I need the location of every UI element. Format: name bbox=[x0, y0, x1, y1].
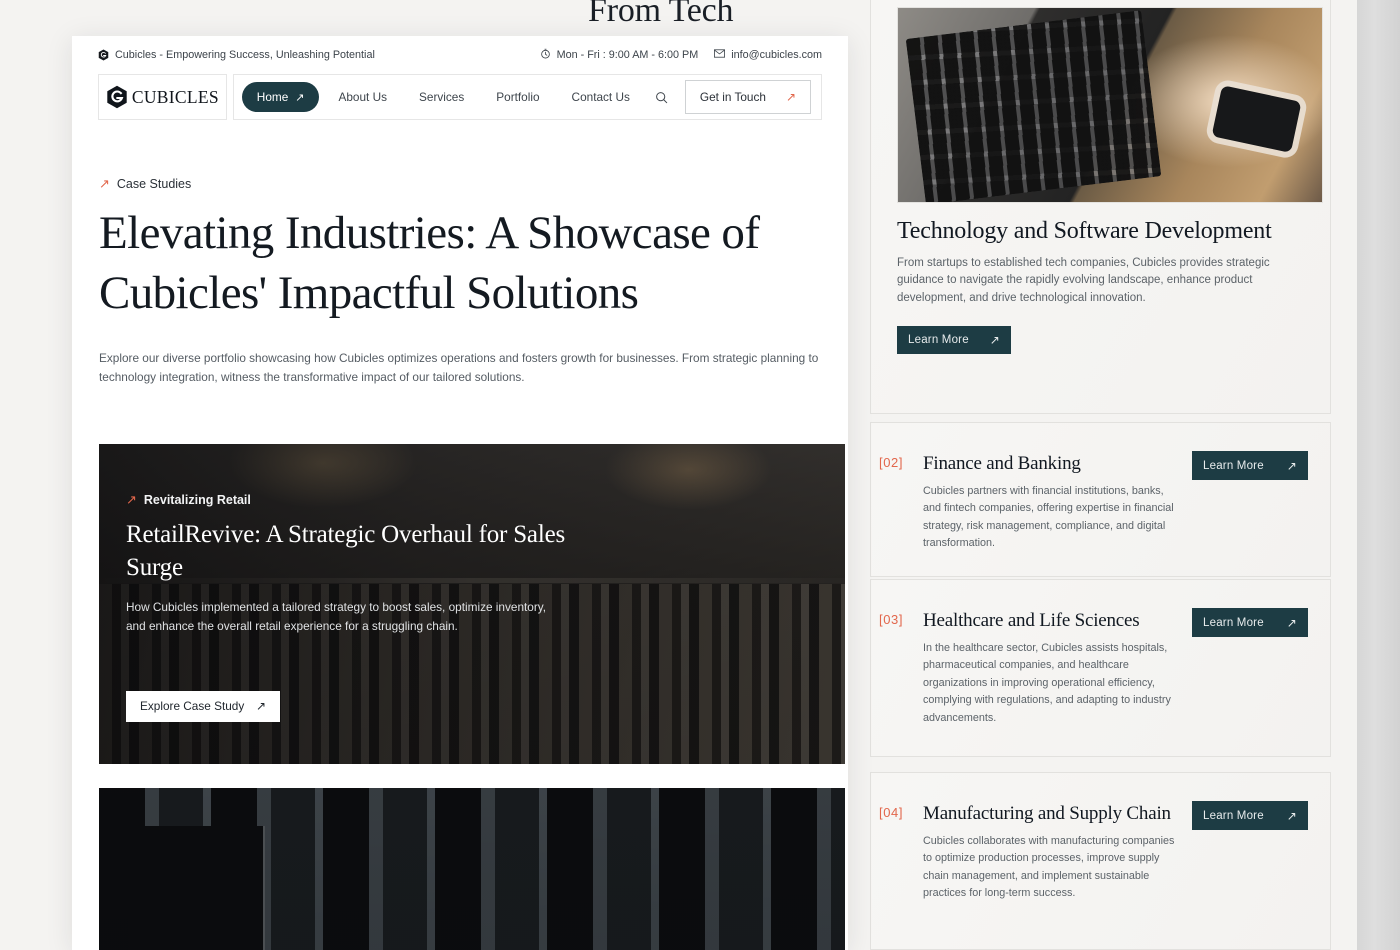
arrow-up-right-icon: ↗ bbox=[99, 176, 110, 191]
data-center-servers-photo bbox=[99, 787, 845, 950]
nav-item-services[interactable]: Services bbox=[406, 83, 477, 111]
clock-icon bbox=[540, 48, 551, 62]
learn-more-button-manufacturing[interactable]: Learn More ↗ bbox=[1192, 801, 1308, 830]
cubicles-hex-icon bbox=[98, 49, 109, 61]
business-hours: Mon - Fri : 9:00 AM - 6:00 PM bbox=[540, 48, 699, 62]
nav-item-portfolio[interactable]: Portfolio bbox=[483, 83, 552, 111]
nav-item-label: Services bbox=[419, 90, 465, 104]
explore-case-study-label: Explore Case Study bbox=[140, 699, 245, 714]
industry-description: Cubicles collaborates with manufacturing… bbox=[923, 834, 1175, 900]
eyebrow-label: Case Studies bbox=[116, 177, 192, 191]
case-study-eyebrow: ↗ Revitalizing Retail bbox=[126, 492, 596, 508]
arrow-up-right-icon: ↗ bbox=[1286, 615, 1297, 630]
arrow-up-right-icon: ↗ bbox=[785, 90, 796, 104]
logo-wordmark: CUBICLES bbox=[131, 86, 219, 107]
industry-number: [04] bbox=[879, 805, 904, 820]
contact-email[interactable]: info@cubicles.com bbox=[714, 49, 822, 61]
hero-section: ↗ Case Studies Elevating Industries: A S… bbox=[72, 120, 848, 388]
industry-description: In the healthcare sector, Cubicles assis… bbox=[923, 641, 1171, 724]
arrow-up-right-icon: ↗ bbox=[989, 333, 1000, 348]
industry-card-healthcare[interactable]: [03] Healthcare and Life Sciences In the… bbox=[870, 579, 1331, 757]
industry-title: Technology and Software Development bbox=[897, 218, 1272, 244]
arrow-up-right-icon: ↗ bbox=[1286, 458, 1297, 473]
case-study-card-datacenter[interactable] bbox=[99, 787, 845, 950]
nav-item-about-us[interactable]: About Us bbox=[325, 83, 400, 111]
learn-more-label: Learn More bbox=[1203, 809, 1264, 822]
arrow-up-right-icon: ↗ bbox=[295, 91, 305, 104]
industry-title: Manufacturing and Supply Chain bbox=[923, 803, 1171, 824]
breadcrumb-eyebrow: ↗ Case Studies bbox=[99, 176, 822, 192]
learn-more-button-technology[interactable]: Learn More ↗ bbox=[897, 326, 1011, 355]
case-studies-list: ↗ Revitalizing Retail RetailRevive: A St… bbox=[72, 443, 848, 950]
logo[interactable]: CUBICLES bbox=[98, 74, 227, 120]
nav-item-home[interactable]: Home ↗ bbox=[241, 82, 320, 112]
business-hours-text: Mon - Fri : 9:00 AM - 6:00 PM bbox=[556, 49, 699, 61]
learn-more-button-finance[interactable]: Learn More ↗ bbox=[1192, 451, 1308, 480]
get-in-touch-label: Get in Touch bbox=[699, 90, 766, 104]
site-tagline: Cubicles - Empowering Success, Unleashin… bbox=[115, 49, 375, 61]
industries-column: [01] Technology and Software Development… bbox=[870, 0, 1357, 950]
explore-case-study-button[interactable]: Explore Case Study ↗ bbox=[126, 690, 280, 722]
industry-number: [03] bbox=[879, 612, 904, 627]
page-title: Elevating Industries: A Showcase of Cubi… bbox=[99, 207, 760, 320]
utility-topbar: Cubicles - Empowering Success, Unleashin… bbox=[72, 36, 848, 74]
nav-item-label: Home bbox=[256, 90, 289, 104]
search-icon[interactable] bbox=[651, 86, 673, 108]
industry-card-finance[interactable]: [02] Finance and Banking Cubicles partne… bbox=[870, 422, 1331, 577]
industry-title: Healthcare and Life Sciences bbox=[923, 610, 1140, 631]
nav-links-container: Home ↗ About Us Services Portfolio Conta… bbox=[232, 74, 822, 120]
learn-more-button-healthcare[interactable]: Learn More ↗ bbox=[1192, 608, 1308, 637]
nav-item-label: Contact Us bbox=[571, 90, 630, 104]
get-in-touch-button[interactable]: Get in Touch ↗ bbox=[684, 80, 811, 114]
case-study-description: How Cubicles implemented a tailored stra… bbox=[126, 600, 547, 633]
laptop-typing-hands-photo bbox=[897, 7, 1323, 203]
arrow-up-right-icon: ↗ bbox=[1286, 808, 1297, 823]
learn-more-label: Learn More bbox=[1203, 616, 1264, 629]
cubicles-hex-icon bbox=[106, 85, 128, 109]
contact-email-text: info@cubicles.com bbox=[731, 49, 822, 61]
nav-item-contact-us[interactable]: Contact Us bbox=[559, 83, 643, 111]
case-study-eyebrow-label: Revitalizing Retail bbox=[143, 492, 251, 507]
content-panel: Cubicles - Empowering Success, Unleashin… bbox=[72, 36, 848, 950]
industry-description: From startups to established tech compan… bbox=[897, 256, 1270, 305]
background-headline: From Tech bbox=[588, 0, 734, 29]
case-study-card-retail[interactable]: ↗ Revitalizing Retail RetailRevive: A St… bbox=[99, 443, 845, 764]
arrow-up-right-icon: ↗ bbox=[255, 699, 266, 714]
learn-more-label: Learn More bbox=[908, 334, 969, 347]
industry-card-manufacturing[interactable]: [04] Manufacturing and Supply Chain Cubi… bbox=[870, 772, 1331, 950]
industry-number: [02] bbox=[879, 455, 904, 470]
arrow-up-right-icon: ↗ bbox=[126, 491, 137, 507]
industry-card-technology[interactable]: [01] Technology and Software Development… bbox=[870, 0, 1331, 414]
case-study-title: RetailRevive: A Strategic Overhaul for S… bbox=[126, 520, 566, 581]
viewport-gutter bbox=[1357, 0, 1400, 950]
navigation-bar: CUBICLES Home ↗ About Us Services Portfo… bbox=[98, 74, 822, 120]
industry-description: Cubicles partners with financial institu… bbox=[923, 484, 1174, 550]
nav-item-label: Portfolio bbox=[496, 90, 540, 104]
learn-more-label: Learn More bbox=[1203, 459, 1264, 472]
mail-icon bbox=[714, 49, 726, 61]
industry-title: Finance and Banking bbox=[923, 453, 1081, 474]
nav-item-label: About Us bbox=[338, 90, 388, 104]
page-subtitle: Explore our diverse portfolio showcasing… bbox=[99, 351, 819, 385]
